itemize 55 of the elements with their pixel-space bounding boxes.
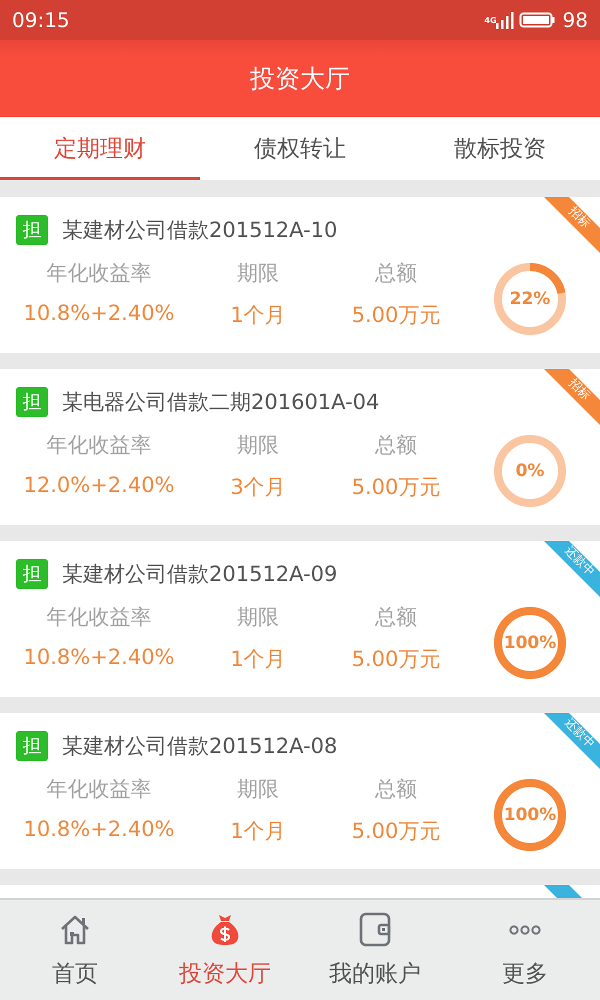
column-label: 年化收益率 [46,260,152,287]
term-value: 3个月 [229,474,287,501]
network-label: 4G [484,16,497,25]
column-label: 年化收益率 [46,432,152,459]
more-icon [509,925,541,935]
rate-value: 10.8%+2.40% [22,301,176,327]
status-time: 09:15 [12,8,70,32]
tab[interactable]: 定期理财 [0,117,200,180]
progress-percent: 22% [508,288,552,311]
column-label: 年化收益率 [46,776,152,803]
loan-title: 某建材公司借款201512A-08 [62,733,338,760]
guarantee-badge: 担 [16,731,48,761]
ribbon-label: 还款中 [562,543,598,579]
amount-value: 5.00万元 [350,818,442,845]
wallet-icon [358,912,392,948]
tab[interactable]: 散标投资 [400,117,600,180]
nav-item[interactable]: 首页 [0,900,150,1000]
loan-title: 某建材公司借款201512A-09 [62,561,338,588]
column-label: 期限 [236,432,280,459]
guarantee-badge: 担 [16,559,48,589]
battery-icon [518,11,555,29]
column-label: 总额 [374,260,418,287]
ribbon-label: 还款中 [562,715,598,751]
term-value: 1个月 [229,818,287,845]
ribbon-label: 招标 [566,376,594,402]
amount-value: 5.00万元 [350,302,442,329]
nav-item[interactable]: 更多 [450,900,600,1000]
rate-value: 10.8%+2.40% [22,645,176,671]
column-label: 期限 [236,604,280,631]
column-label: 年化收益率 [46,604,152,631]
battery-level: 98 [562,8,588,32]
tab[interactable]: 债权转让 [200,117,400,180]
column-label: 期限 [236,260,280,287]
column-label: 总额 [374,776,418,803]
term-value: 1个月 [229,646,287,673]
rate-value: 12.0%+2.40% [22,473,176,499]
column-label: 总额 [374,604,418,631]
loan-card[interactable]: 担 某电器公司借款二期201601A-04 年化收益率 期限 总额 12.0%+2.40% 3个月 5.00万元 0% 招标 [0,369,600,525]
ribbon-label: 招标 [566,204,594,230]
amount-value: 5.00万元 [350,646,442,673]
column-label: 总额 [374,432,418,459]
nav-item[interactable]: 我的账户 [300,900,450,1000]
signal-icon [494,11,515,29]
progress-percent: 0% [514,460,546,483]
loan-card[interactable] [0,885,600,898]
guarantee-badge: 担 [16,387,48,417]
loan-title: 某电器公司借款二期201601A-04 [62,389,380,416]
header-title: 投资大厅 [250,63,350,95]
column-label: 期限 [236,776,280,803]
guarantee-badge: 担 [16,215,48,245]
loan-card[interactable]: 担 某建材公司借款201512A-10 年化收益率 期限 总额 10.8%+2.40% 1个月 5.00万元 22% 招标 [0,197,600,353]
rate-value: 10.8%+2.40% [22,817,176,843]
amount-value: 5.00万元 [350,474,442,501]
loan-title: 某建材公司借款201512A-10 [62,217,338,244]
term-value: 1个月 [229,302,287,329]
